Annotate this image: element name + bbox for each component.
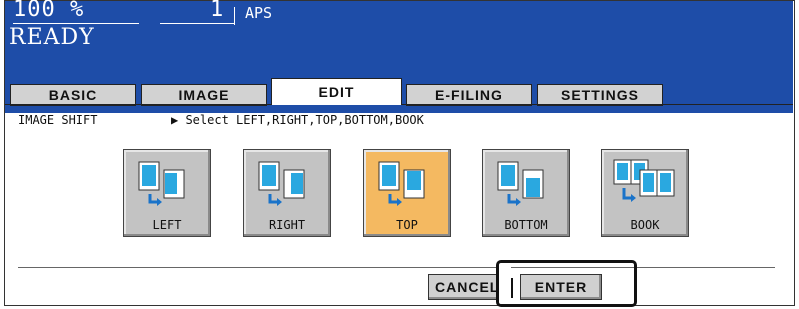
tab-image[interactable]: IMAGE	[141, 84, 267, 106]
paper-size-readout: APS	[245, 4, 273, 22]
right-shift-button[interactable]: RIGHT	[243, 149, 331, 237]
left-shift-button[interactable]: LEFT	[123, 149, 211, 237]
top-label: TOP	[396, 218, 418, 232]
machine-status: READY	[9, 25, 95, 50]
top-shift-button[interactable]: TOP	[363, 149, 451, 237]
tab-e-filing[interactable]: E-FILING	[406, 84, 532, 106]
tab-settings[interactable]: SETTINGS	[537, 84, 663, 106]
tab-baseline-left	[5, 104, 271, 105]
zoom-readout: 100 %	[13, 0, 85, 22]
bottom-shift-button[interactable]: BOTTOM	[482, 149, 570, 237]
tab-edit[interactable]: EDIT	[271, 78, 402, 105]
copies-readout: 1	[210, 0, 224, 22]
copies-underline	[160, 23, 235, 24]
instruction-text: ▶ Select LEFT,RIGHT,TOP,BOTTOM,BOOK	[171, 113, 424, 127]
left-label: LEFT	[152, 218, 182, 232]
zoom-underline	[13, 23, 139, 24]
right-label: RIGHT	[268, 218, 306, 232]
tab-basic[interactable]: BASIC	[10, 84, 136, 106]
tab-baseline-right	[402, 104, 793, 105]
book-shift-button[interactable]: BOOK	[601, 149, 689, 237]
section-divider	[18, 267, 775, 268]
enter-highlight-frame	[496, 260, 637, 307]
book-label: BOOK	[630, 218, 660, 232]
bottom-label: BOTTOM	[504, 218, 548, 232]
copies-bracket	[234, 7, 235, 25]
function-title: IMAGE SHIFT	[18, 113, 98, 127]
